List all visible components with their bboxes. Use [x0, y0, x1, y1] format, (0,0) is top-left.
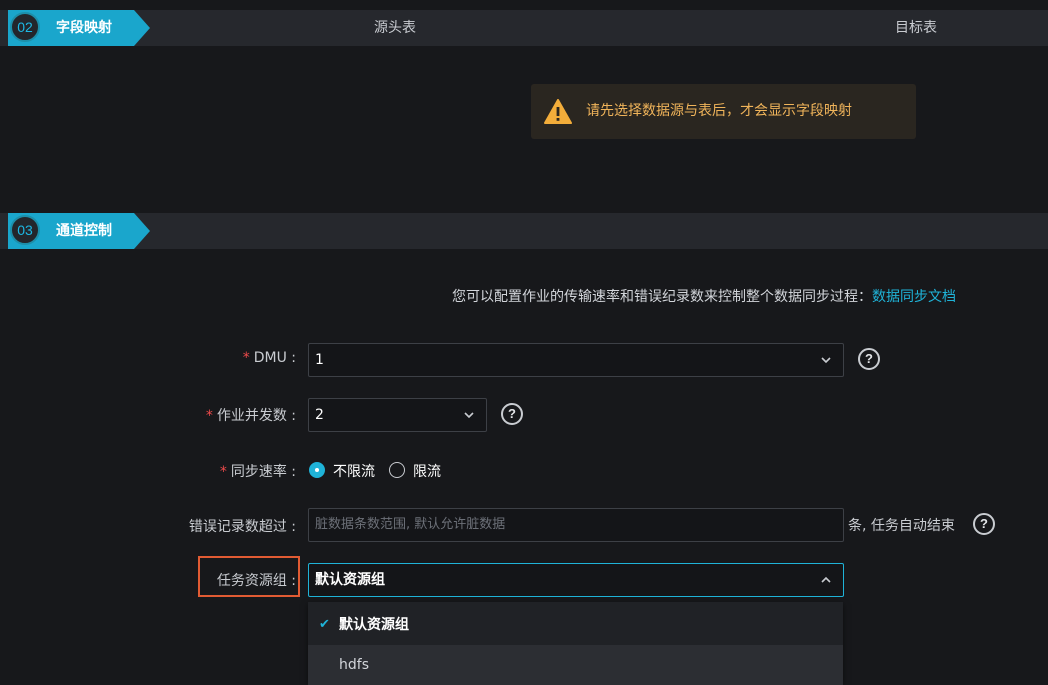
radio-unlimited-label[interactable]: 不限流: [333, 461, 375, 481]
intro-text: 您可以配置作业的传输速率和错误纪录数来控制整个数据同步过程：: [452, 289, 872, 305]
error-limit-placeholder: 脏数据条数范围, 默认允许脏数据: [315, 517, 506, 532]
chevron-down-icon: [464, 412, 474, 419]
section-header-channel-control: 03 通道控制: [0, 213, 1048, 249]
step-tab-channel-control: 03 通道控制: [8, 213, 150, 249]
error-limit-label: 错误记录数超过 :: [188, 519, 296, 535]
concurrency-value: 2: [315, 407, 324, 423]
section-header-field-mapping: 02 字段映射 源头表 目标表: [0, 10, 1048, 46]
resource-group-value: 默认资源组: [315, 572, 385, 588]
warning-icon: [544, 99, 572, 124]
step-tab-field-mapping: 02 字段映射: [8, 10, 150, 46]
help-icon[interactable]: ?: [501, 403, 523, 425]
dmu-value: 1: [315, 352, 324, 368]
required-mark: *: [219, 464, 227, 480]
sync-rate-label: * 同步速率 :: [219, 464, 296, 480]
chevron-up-icon: [821, 576, 831, 583]
step-title: 字段映射: [56, 20, 112, 36]
concurrency-label: * 作业并发数 :: [205, 408, 296, 424]
dmu-select[interactable]: 1: [308, 343, 844, 377]
step-number: 03: [10, 215, 40, 245]
help-icon[interactable]: ?: [858, 348, 880, 370]
error-limit-input[interactable]: 脏数据条数范围, 默认允许脏数据: [308, 508, 844, 542]
chevron-down-icon: [821, 357, 831, 364]
target-table-header: 目标表: [895, 20, 937, 36]
radio-unlimited[interactable]: [309, 462, 325, 478]
error-limit-suffix: 条, 任务自动结束: [848, 518, 955, 534]
dropdown-option-default[interactable]: ✔ 默认资源组: [308, 605, 843, 645]
concurrency-select[interactable]: 2: [308, 398, 487, 432]
radio-limited-label[interactable]: 限流: [413, 461, 441, 481]
step-number: 02: [10, 12, 40, 42]
sync-doc-link[interactable]: 数据同步文档: [872, 289, 956, 305]
resource-group-dropdown: ✔ 默认资源组 hdfs: [308, 602, 843, 685]
check-icon: ✔: [319, 617, 330, 632]
help-icon[interactable]: ?: [973, 513, 995, 535]
radio-limited[interactable]: [389, 462, 405, 478]
dropdown-option-hdfs[interactable]: hdfs: [308, 645, 843, 685]
resource-group-label: 任务资源组 :: [216, 573, 296, 589]
step-title: 通道控制: [56, 223, 112, 239]
mapping-warning: 请先选择数据源与表后，才会显示字段映射: [531, 84, 916, 139]
warning-text: 请先选择数据源与表后，才会显示字段映射: [586, 103, 852, 119]
source-table-header: 源头表: [374, 20, 416, 36]
required-mark: *: [242, 350, 250, 366]
required-mark: *: [205, 408, 213, 424]
channel-intro: 您可以配置作业的传输速率和错误纪录数来控制整个数据同步过程：数据同步文档: [452, 286, 956, 306]
dmu-label: * DMU :: [242, 350, 296, 366]
resource-group-select[interactable]: 默认资源组: [308, 563, 844, 597]
